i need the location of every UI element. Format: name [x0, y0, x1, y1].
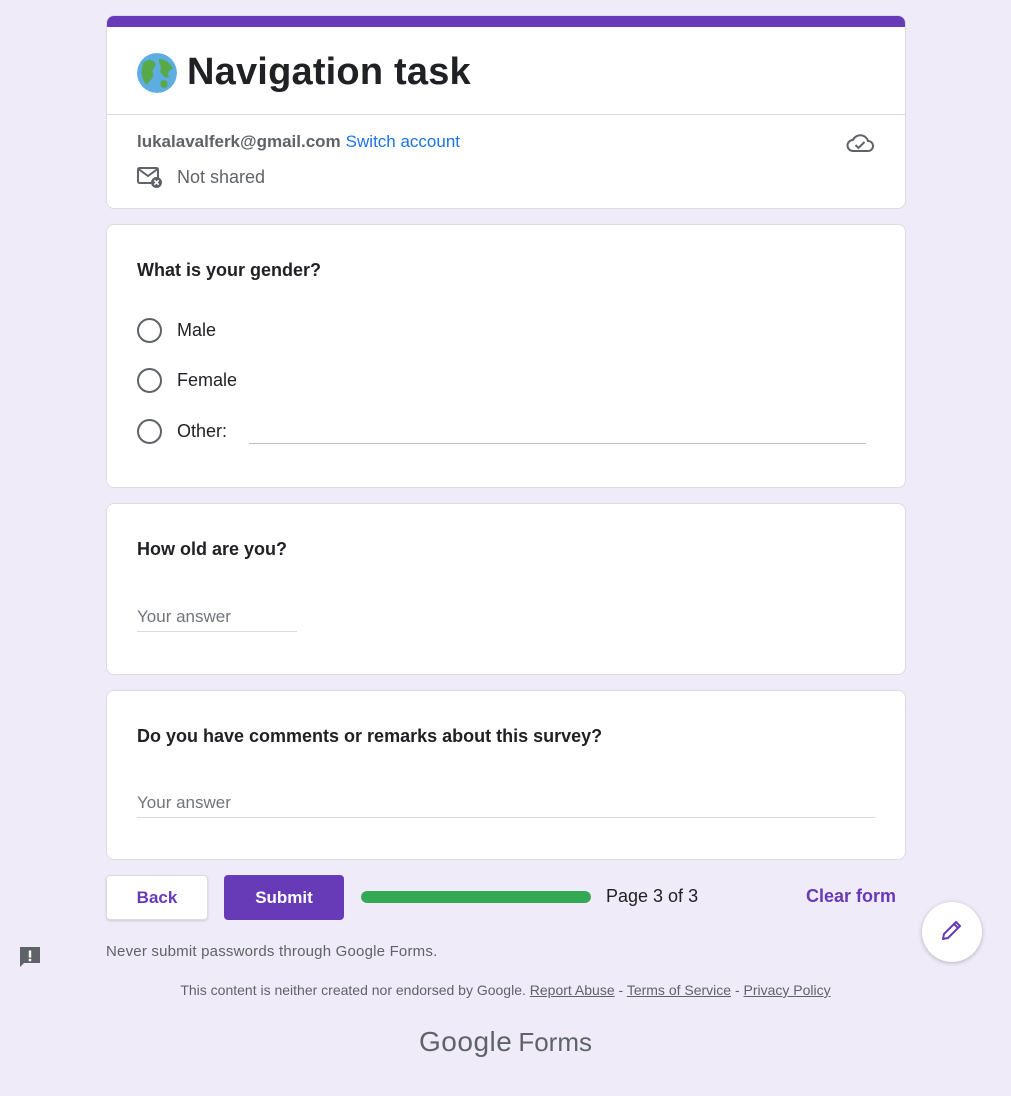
- age-answer-input[interactable]: [137, 607, 297, 632]
- clear-form-button[interactable]: Clear form: [806, 886, 896, 907]
- header-accent-bar: [107, 16, 905, 27]
- not-shared-row: Not shared: [137, 164, 265, 190]
- question-gender-card: What is your gender? Male Female Other:: [106, 224, 906, 488]
- progress-bar-fill: [361, 891, 591, 903]
- radio-button[interactable]: [137, 318, 162, 343]
- report-abuse-link[interactable]: Report Abuse: [530, 982, 615, 998]
- account-email: lukalavalferk@gmail.com: [137, 132, 341, 151]
- switch-account-link[interactable]: Switch account: [346, 132, 460, 152]
- radio-option-other[interactable]: Other:: [137, 419, 227, 444]
- radio-label: Female: [177, 370, 238, 390]
- form-title: Navigation task: [187, 51, 471, 93]
- footer-disclaimer: This content is neither created nor endo…: [0, 982, 1011, 998]
- globe-icon: [137, 52, 177, 93]
- other-text-input[interactable]: [249, 443, 866, 444]
- back-button[interactable]: Back: [106, 875, 208, 920]
- radio-button[interactable]: [137, 419, 162, 444]
- google-forms-logo: Google Forms: [0, 1026, 1011, 1058]
- radio-button[interactable]: [137, 368, 162, 393]
- comments-answer-input[interactable]: [137, 793, 875, 818]
- edit-form-button[interactable]: [922, 902, 982, 962]
- radio-option-female[interactable]: Female: [137, 368, 237, 393]
- progress-bar: [361, 891, 591, 903]
- question-title: How old are you?: [137, 539, 288, 559]
- radio-label: Male: [177, 320, 217, 340]
- question-age-card: How old are you?: [106, 503, 906, 675]
- disclaimer-text: This content is neither created nor endo…: [180, 982, 526, 998]
- password-warning: Never submit passwords through Google Fo…: [106, 943, 438, 960]
- question-title: Do you have comments or remarks about th…: [137, 726, 603, 746]
- logo-google-text: Google: [419, 1026, 513, 1057]
- logo-forms-text: Forms: [518, 1027, 592, 1057]
- header-divider: [107, 114, 905, 115]
- privacy-policy-link[interactable]: Privacy Policy: [744, 982, 831, 998]
- title-row: Navigation task: [137, 51, 471, 94]
- pencil-icon: [939, 917, 965, 948]
- report-problem-icon[interactable]: [17, 944, 43, 970]
- not-shared-label: Not shared: [177, 166, 266, 187]
- question-title: What is your gender?: [137, 260, 322, 280]
- account-row: lukalavalferk@gmail.com Switch account: [137, 132, 460, 152]
- terms-of-service-link[interactable]: Terms of Service: [627, 982, 731, 998]
- question-comments-card: Do you have comments or remarks about th…: [106, 690, 906, 860]
- submit-button[interactable]: Submit: [224, 875, 344, 920]
- footer-separator: -: [734, 982, 740, 998]
- footer-separator: -: [618, 982, 624, 998]
- mail-not-shared-icon: [137, 164, 163, 190]
- cloud-check-icon: [845, 130, 875, 156]
- radio-option-male[interactable]: Male: [137, 318, 216, 343]
- radio-label: Other:: [177, 421, 228, 441]
- form-header-card: Navigation task lukalavalferk@gmail.com …: [106, 15, 906, 209]
- page-indicator: Page 3 of 3: [606, 886, 699, 906]
